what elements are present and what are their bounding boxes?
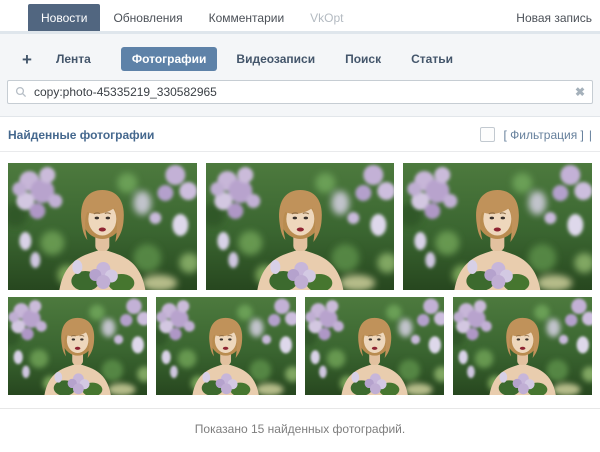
- tab-updates[interactable]: Обновления: [100, 4, 195, 31]
- magnifier-icon: [15, 86, 27, 98]
- tab-comments[interactable]: Комментарии: [196, 4, 298, 31]
- tab-vkopt[interactable]: VkOpt: [297, 4, 356, 31]
- photo-thumbnail[interactable]: [206, 163, 395, 290]
- vk-newsfeed-page: Новости Обновления Комментарии VkOpt Нов…: [0, 0, 600, 449]
- photo-thumbnail[interactable]: [8, 297, 147, 395]
- photo-thumbnail[interactable]: [403, 163, 592, 290]
- photo-woman-lilacs: [206, 163, 395, 290]
- photo-thumbnail[interactable]: [156, 297, 295, 395]
- photo-grid-row-1: [0, 163, 600, 290]
- results-title: Найденные фотографии: [8, 128, 154, 142]
- feed-filter-panel: + Лента Фотографии Видеозаписи Поиск Ста…: [0, 34, 600, 117]
- photo-grid-row-2: [0, 297, 600, 395]
- subnav-item-photos[interactable]: Фотографии: [121, 47, 218, 71]
- results-footer: Показано 15 найденных фотографий.: [0, 408, 600, 449]
- new-post-button[interactable]: Новая запись: [516, 4, 592, 31]
- clear-search-icon[interactable]: ✖: [575, 86, 585, 98]
- photo-woman-lilacs: [8, 163, 197, 290]
- photo-woman-lilacs: [453, 297, 592, 395]
- subnav-item-feed[interactable]: Лента: [56, 52, 91, 66]
- photo-thumbnail[interactable]: [453, 297, 592, 395]
- add-list-icon[interactable]: +: [22, 51, 32, 68]
- top-tab-bar: Новости Обновления Комментарии VkOpt Нов…: [0, 0, 600, 34]
- results-section: Найденные фотографии [ Фильтрация ] |: [0, 117, 600, 449]
- tab-news[interactable]: Новости: [28, 4, 100, 31]
- filter-link[interactable]: [ Фильтрация ]: [503, 128, 583, 142]
- search-box: ✖: [7, 80, 593, 104]
- photo-woman-lilacs: [8, 297, 147, 395]
- filter-checkbox[interactable]: [480, 127, 495, 142]
- results-header: Найденные фотографии [ Фильтрация ] |: [0, 117, 600, 152]
- header-separator: |: [589, 128, 592, 142]
- photo-woman-lilacs: [403, 163, 592, 290]
- top-tabs: Новости Обновления Комментарии VkOpt: [28, 4, 357, 31]
- photo-thumbnail[interactable]: [305, 297, 444, 395]
- photo-woman-lilacs: [156, 297, 295, 395]
- filter-controls: [ Фильтрация ] |: [480, 127, 592, 142]
- feed-subnav: + Лента Фотографии Видеозаписи Поиск Ста…: [0, 47, 600, 71]
- photo-thumbnail[interactable]: [8, 163, 197, 290]
- subnav-item-videos[interactable]: Видеозаписи: [236, 52, 315, 66]
- subnav-item-articles[interactable]: Статьи: [411, 52, 453, 66]
- subnav-item-search[interactable]: Поиск: [345, 52, 381, 66]
- results-count-caption: Показано 15 найденных фотографий.: [0, 422, 600, 436]
- photo-woman-lilacs: [305, 297, 444, 395]
- search-input[interactable]: [27, 85, 575, 99]
- search-area: ✖: [7, 80, 593, 104]
